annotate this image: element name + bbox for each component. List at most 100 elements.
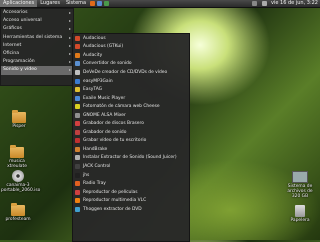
volume-icon[interactable] xyxy=(262,1,268,6)
firefox-launcher-icon[interactable] xyxy=(90,1,96,6)
submenu-item[interactable]: Reproductor de películas xyxy=(73,188,189,197)
submenu-item-label: Radio Tray xyxy=(83,181,106,187)
submenu-item[interactable]: HandBrake xyxy=(73,145,189,154)
desktop-icon-label: Papelera xyxy=(290,218,310,223)
desktop-icon-label: musica xtreulate xyxy=(7,159,27,169)
desktop-icon-label: profesteam xyxy=(5,217,31,222)
app-icon xyxy=(75,52,80,58)
menu-applications[interactable]: Aplicaciones xyxy=(0,0,38,7)
submenu-item-label: DeVeDe creador de CD/DVDs de vídeo xyxy=(83,69,168,75)
help-launcher-icon[interactable] xyxy=(104,1,110,6)
submenu-item-label: Audacity xyxy=(83,52,103,58)
submenu-item[interactable]: Instalar Extractor de Sonido (Sound Juic… xyxy=(73,154,189,163)
submenu-item[interactable]: JACK Control xyxy=(73,162,189,171)
menu-item-label: Gráficos xyxy=(3,26,22,32)
submenu-item-label: HandBrake xyxy=(83,146,108,152)
menu-item-programming[interactable]: Programación ▸ xyxy=(1,58,73,66)
submenu-item[interactable]: Exaile Music Player xyxy=(73,94,189,103)
submenu-item[interactable]: Radio Tray xyxy=(73,179,189,188)
submenu-item-label: jhs xyxy=(83,172,90,178)
submenu-item-label: GNOME ALSA Mixer xyxy=(83,112,126,118)
submenu-item[interactable]: EasyTAG xyxy=(73,85,189,94)
submenu-item-label: Audacious xyxy=(83,35,106,41)
menu-item-accessories[interactable]: Accesorios ▸ xyxy=(1,9,73,17)
app-icon xyxy=(75,95,80,101)
network-icon[interactable] xyxy=(252,1,258,6)
app-icon xyxy=(75,44,80,50)
menu-item-internet[interactable]: Internet ▸ xyxy=(1,42,73,50)
desktop-icon-profesteam[interactable]: profesteam xyxy=(1,203,35,222)
submenu-item-label: Convertidor de sonido xyxy=(83,61,132,67)
app-icon xyxy=(75,155,80,161)
app-icon xyxy=(75,78,80,84)
submenu-arrow-icon: ▸ xyxy=(68,50,71,56)
submenu-item[interactable]: Thoggen extractor de DVD xyxy=(73,205,189,214)
desktop-icon-label: Sistema de archivos de 320 GB xyxy=(287,184,313,199)
app-icon xyxy=(75,146,80,152)
submenu-item[interactable]: Audacious (GTKui) xyxy=(73,43,189,52)
menu-item-sound-video[interactable]: Sonido y vídeo ▸ xyxy=(1,66,73,75)
menu-item-label: Sonido y vídeo xyxy=(3,67,37,73)
submenu-arrow-icon: ▸ xyxy=(68,59,71,65)
sound-video-submenu: Audacious Audacious (GTKui) Audacity Conver… xyxy=(72,33,190,242)
app-icon xyxy=(75,87,80,93)
submenu-item[interactable]: Grabar vídeo de tu escritorio xyxy=(73,137,189,146)
disc-icon xyxy=(12,170,24,182)
submenu-arrow-icon: ▸ xyxy=(68,67,71,73)
submenu-item-label: Audacious (GTKui) xyxy=(83,44,124,50)
folder-icon xyxy=(10,145,24,158)
desktop-icon-musica[interactable]: musica xtreulate xyxy=(0,145,34,169)
menu-system[interactable]: Sistema xyxy=(63,0,89,7)
submenu-arrow-icon: ▸ xyxy=(68,34,71,40)
submenu-item[interactable]: DeVeDe creador de CD/DVDs de vídeo xyxy=(73,68,189,77)
submenu-item-label: EasyTAG xyxy=(83,87,103,93)
trash-icon xyxy=(295,205,305,217)
desktop-icon-label: Pisper xyxy=(12,124,26,129)
submenu-item[interactable]: Reproductor multimedia VLC xyxy=(73,196,189,205)
submenu-item[interactable]: Audacity xyxy=(73,51,189,60)
menu-item-label: Internet xyxy=(3,42,22,48)
panel-tray: vie 16 de jun, 3:22 xyxy=(251,0,318,7)
submenu-item-label: Reproductor de películas xyxy=(83,189,138,195)
submenu-item-label: Thoggen extractor de DVD xyxy=(83,206,142,212)
menu-item-graphics[interactable]: Gráficos ▸ xyxy=(1,25,73,33)
submenu-item[interactable]: Grabador de discos Brasero xyxy=(73,119,189,128)
app-icon xyxy=(75,61,80,67)
panel-clock[interactable]: vie 16 de jun, 3:22 xyxy=(271,0,318,7)
submenu-item-label: easyMP3Gain xyxy=(83,78,113,84)
desktop-icon-label: canaima-3 portable_2060.iso xyxy=(1,183,41,193)
submenu-arrow-icon: ▸ xyxy=(68,42,71,48)
submenu-item[interactable]: jhs xyxy=(73,171,189,180)
submenu-item[interactable]: Grabador de sonido xyxy=(73,128,189,137)
desktop-icon-trash[interactable]: Papelera xyxy=(283,205,317,223)
menu-item-universal-access[interactable]: Acceso universal ▸ xyxy=(1,17,73,25)
submenu-item-label: Grabar vídeo de tu escritorio xyxy=(83,138,147,144)
submenu-item-label: Fotomatón de cámara web Cheese xyxy=(83,104,160,110)
submenu-item[interactable]: Fotomatón de cámara web Cheese xyxy=(73,102,189,111)
app-icon xyxy=(75,104,80,110)
menu-item-label: Oficina xyxy=(3,50,20,56)
menu-item-office[interactable]: Oficina ▸ xyxy=(1,50,73,58)
desktop-icon-filesystem[interactable]: Sistema de archivos de 320 GB xyxy=(283,171,317,199)
app-icon xyxy=(75,138,80,144)
desktop-icon-pisper[interactable]: Pisper xyxy=(2,110,36,129)
applications-menu: Accesorios ▸ Acceso universal ▸ Gráficos ▸ … xyxy=(0,8,74,86)
menu-item-label: Accesorios xyxy=(3,10,28,15)
submenu-item[interactable]: GNOME ALSA Mixer xyxy=(73,111,189,120)
folder-icon xyxy=(12,110,26,123)
monitor-icon xyxy=(292,171,308,183)
menu-item-label: Programación xyxy=(3,59,35,65)
submenu-item[interactable]: Audacious xyxy=(73,34,189,43)
submenu-item[interactable]: easyMP3Gain xyxy=(73,77,189,86)
submenu-item-label: Instalar Extractor de Sonido (Sound Juic… xyxy=(83,155,177,161)
desktop-icon-canaima-iso[interactable]: canaima-3 portable_2060.iso xyxy=(1,170,41,193)
submenu-arrow-icon: ▸ xyxy=(68,26,71,32)
submenu-item-label: Grabador de discos Brasero xyxy=(83,121,144,127)
menu-places[interactable]: Lugares xyxy=(37,0,63,7)
submenu-item-label: JACK Control xyxy=(83,163,111,169)
email-launcher-icon[interactable] xyxy=(97,1,103,6)
app-icon xyxy=(75,112,80,118)
submenu-item[interactable]: Convertidor de sonido xyxy=(73,60,189,69)
menu-item-system-tools[interactable]: Herramientas del sistema ▸ xyxy=(1,34,73,42)
menu-item-label: Acceso universal xyxy=(3,18,42,24)
